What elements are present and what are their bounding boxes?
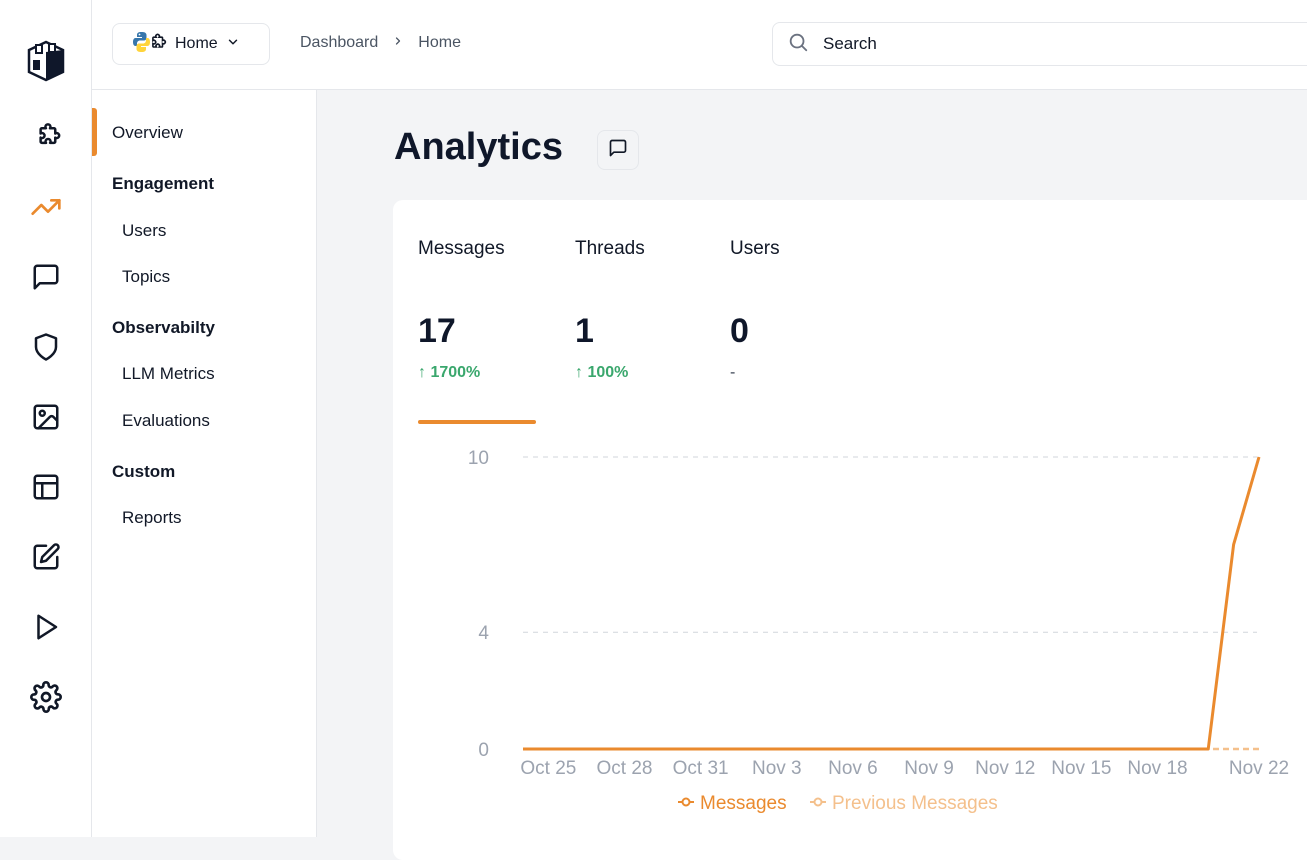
settings-icon[interactable] [30, 681, 62, 713]
legend-label: Messages [700, 793, 787, 814]
x-tick-label: Nov 6 [828, 758, 878, 779]
logo-icon[interactable] [27, 40, 65, 82]
x-tick-label: Nov 18 [1127, 758, 1187, 779]
top-bar: Home Dashboard Home [92, 0, 1307, 90]
python-puzzle-icon [133, 31, 167, 58]
analytics-subnav: Overview Engagement Users Topics Observa… [92, 90, 317, 837]
subnav-item-llm-metrics[interactable]: LLM Metrics [122, 364, 215, 384]
y-tick-label: 10 [468, 448, 489, 469]
y-tick-label: 0 [478, 740, 489, 761]
subnav-item-evaluations[interactable]: Evaluations [122, 411, 210, 431]
subnav-item-overview[interactable]: Overview [112, 123, 183, 143]
x-tick-label: Oct 31 [673, 758, 729, 779]
x-tick-label: Nov 9 [904, 758, 954, 779]
breadcrumb-home[interactable]: Home [418, 34, 461, 52]
chevron-down-icon [226, 35, 240, 54]
search-box[interactable] [772, 22, 1307, 66]
x-tick-label: Oct 28 [597, 758, 653, 779]
edit-icon[interactable] [30, 541, 62, 573]
puzzle-icon[interactable] [30, 121, 62, 153]
legend-label: Previous Messages [832, 793, 998, 814]
project-label: Home [175, 35, 218, 52]
series-line-messages [523, 456, 1261, 751]
legend-marker-dot [813, 797, 823, 807]
subnav-item-reports[interactable]: Reports [122, 508, 182, 528]
shield-icon[interactable] [30, 331, 62, 363]
message-square-icon [608, 138, 628, 163]
x-tick-label: Nov 12 [975, 758, 1035, 779]
feedback-button[interactable] [597, 130, 639, 170]
message-square-icon[interactable] [30, 261, 62, 293]
search-input[interactable] [823, 34, 1223, 54]
chevron-right-icon [392, 34, 404, 52]
project-selector[interactable]: Home [112, 23, 270, 65]
analytics-card: Messages 17 ↑ 1700% Threads 1 ↑ 100% Use… [393, 200, 1307, 860]
subnav-section-custom: Custom [112, 462, 176, 481]
active-indicator [92, 108, 97, 156]
breadcrumb: Dashboard Home [300, 34, 461, 52]
subnav-section-engagement: Engagement [112, 174, 215, 193]
x-tick-label: Nov 22 [1229, 758, 1289, 779]
play-icon[interactable] [30, 611, 62, 643]
search-icon [787, 31, 809, 58]
icon-rail [0, 0, 92, 837]
breadcrumb-dashboard[interactable]: Dashboard [300, 34, 378, 52]
table-icon[interactable] [30, 471, 62, 503]
subnav-item-users[interactable]: Users [122, 221, 166, 241]
x-tick-label: Oct 25 [520, 758, 576, 779]
legend-marker-dot [681, 797, 691, 807]
subnav-section-observability: Observabilty [112, 318, 215, 337]
x-tick-label: Nov 3 [752, 758, 802, 779]
page-title: Analytics [394, 126, 563, 168]
image-icon[interactable] [30, 401, 62, 433]
subnav-item-topics[interactable]: Topics [122, 267, 170, 287]
y-tick-label: 4 [478, 623, 489, 644]
x-tick-label: Nov 15 [1051, 758, 1111, 779]
trending-up-icon[interactable] [30, 191, 62, 223]
messages-line-chart: 0 4 10 Oct 25 Oct 28 Oct 31 Nov 3 Nov 6 Nov 9 Nov… [468, 448, 1289, 814]
